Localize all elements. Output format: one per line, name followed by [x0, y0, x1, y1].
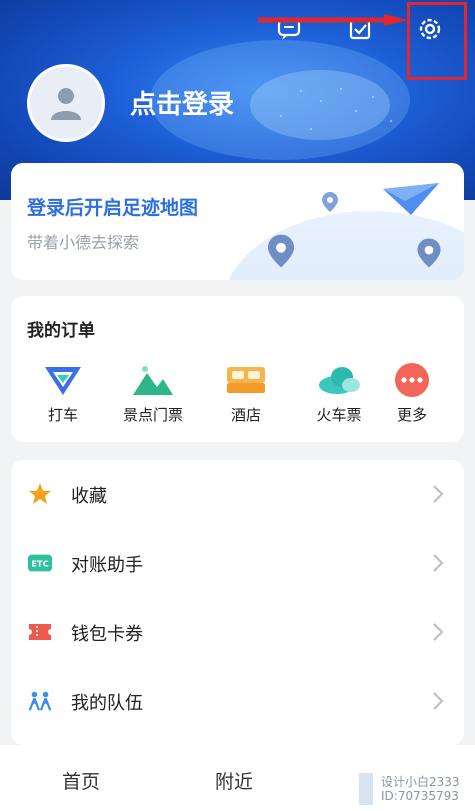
order-taxi[interactable]: 打车 [23, 360, 103, 425]
taxi-icon [41, 360, 85, 400]
mountain-icon [131, 360, 175, 400]
watermark-line: ID:70735793 [381, 789, 459, 803]
menu-list: 收藏 ETC 对账助手 钱包卡券 我的队伍 [11, 460, 464, 745]
map-dot [280, 115, 282, 117]
order-label: 更多 [396, 406, 427, 424]
paper-plane-icon [383, 183, 439, 215]
bottom-tab-bar: 首页 附近 设计小白2333 ID:70735793 [0, 745, 475, 811]
order-train-tickets[interactable]: 火车票 [299, 360, 379, 425]
location-pin-icon [267, 234, 295, 268]
chevron-right-icon [433, 554, 444, 572]
chevron-right-icon [433, 485, 444, 503]
login-link[interactable]: 点击登录 [130, 84, 234, 121]
footprint-title: 登录后开启足迹地图 [27, 197, 199, 219]
cloud-icon [317, 360, 361, 400]
orders-title: 我的订单 [27, 321, 95, 341]
map-dot [320, 100, 322, 102]
more-icon [390, 360, 434, 400]
etc-icon: ETC [27, 551, 53, 575]
location-pin-icon [322, 192, 338, 212]
menu-item-wallet-coupons[interactable]: 钱包卡券 [11, 598, 464, 666]
tab-home[interactable]: 首页 [62, 767, 100, 794]
map-dot [310, 128, 312, 130]
location-pin-icon [417, 238, 441, 268]
menu-item-reconciliation[interactable]: ETC 对账助手 [11, 529, 464, 597]
team-icon [27, 689, 53, 713]
annotation-arrow-icon [258, 14, 408, 26]
menu-item-my-team[interactable]: 我的队伍 [11, 667, 464, 735]
map-dot [340, 88, 342, 90]
bed-icon [224, 360, 268, 400]
map-glow [250, 70, 390, 140]
footprint-map-card[interactable]: 登录后开启足迹地图 带着小德去探索 [11, 163, 464, 280]
map-dot [390, 120, 392, 122]
order-label: 打车 [47, 406, 78, 424]
star-icon [27, 482, 53, 506]
watermark-line: 设计小白2333 [381, 775, 460, 789]
order-attraction-tickets[interactable]: 景点门票 [113, 360, 193, 425]
svg-text:ETC: ETC [31, 559, 49, 569]
menu-label: 对账助手 [71, 555, 143, 576]
user-icon [51, 88, 81, 120]
order-label: 景点门票 [122, 406, 183, 424]
menu-item-favorites[interactable]: 收藏 [11, 460, 464, 528]
watermark-mark [359, 773, 373, 805]
watermark: 设计小白2333 ID:70735793 [359, 773, 469, 809]
order-more[interactable]: 更多 [372, 360, 452, 425]
map-dot [372, 96, 374, 98]
menu-label: 收藏 [71, 486, 107, 507]
footprint-subtitle: 带着小德去探索 [27, 233, 140, 252]
ticket-icon [27, 620, 53, 644]
chevron-right-icon [433, 692, 444, 710]
order-label: 酒店 [230, 406, 261, 424]
my-orders-card: 我的订单 打车 景点门票 酒店 火车票 更多 [11, 296, 464, 442]
map-dot [300, 90, 302, 92]
order-label: 火车票 [316, 406, 362, 424]
avatar[interactable] [27, 64, 105, 142]
chevron-right-icon [433, 623, 444, 641]
map-dot [355, 110, 357, 112]
annotation-highlight-box [407, 2, 467, 80]
menu-label: 钱包卡券 [71, 624, 143, 645]
order-hotel[interactable]: 酒店 [206, 360, 286, 425]
menu-label: 我的队伍 [71, 693, 143, 714]
tab-nearby[interactable]: 附近 [215, 767, 253, 794]
